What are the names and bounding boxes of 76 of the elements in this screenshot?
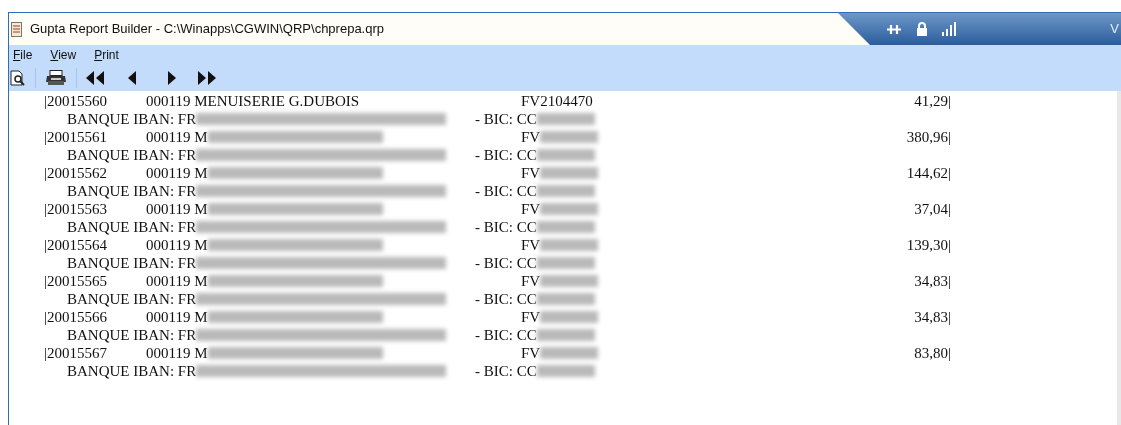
invoice-reference: FV	[521, 236, 541, 254]
supplier-name: 000119 MENUISERIE G.DUBOIS	[146, 92, 360, 110]
bank-iban: BANQUE IBAN: FR	[67, 218, 197, 236]
invoice-reference: FV	[521, 164, 541, 182]
redacted-text	[540, 131, 599, 143]
redacted-text	[540, 167, 599, 179]
amount: 41,29|	[913, 92, 951, 110]
bank-bic: - BIC: CC	[475, 290, 537, 308]
amount: 83,80|	[913, 344, 951, 362]
invoice-number: |20015566	[44, 308, 108, 326]
invoice-reference: FV	[521, 308, 541, 326]
supplier-name: 000119 M	[146, 344, 208, 362]
bank-iban: BANQUE IBAN: FR	[67, 110, 197, 128]
redacted-text	[540, 311, 599, 323]
next-page-icon[interactable]	[166, 71, 176, 85]
invoice-reference: FV	[521, 200, 541, 218]
supplier-name: 000119 M	[146, 272, 208, 290]
invoice-number: |20015565	[44, 272, 108, 290]
supplier-name: 000119 M	[146, 128, 208, 146]
printer-icon[interactable]	[45, 70, 67, 86]
invoice-number: |20015562	[44, 164, 108, 182]
redacted-text	[540, 275, 599, 287]
redacted-text	[536, 293, 595, 305]
bank-iban: BANQUE IBAN: FR	[67, 326, 197, 344]
lock-icon[interactable]	[916, 22, 928, 36]
bank-bic: - BIC: CC	[475, 362, 537, 380]
amount: 144,62|	[905, 164, 951, 182]
print-preview-icon[interactable]	[10, 70, 26, 86]
bank-iban: BANQUE IBAN: FR	[67, 254, 197, 272]
redacted-text	[536, 113, 595, 125]
menu-item[interactable]: File	[10, 46, 36, 64]
amount: 34,83|	[913, 308, 951, 326]
invoice-number: |20015564	[44, 236, 108, 254]
invoice-number: |20015561	[44, 128, 108, 146]
redacted-text	[536, 149, 595, 161]
bank-iban: BANQUE IBAN: FR	[67, 182, 197, 200]
invoice-reference: FV2104470	[521, 92, 593, 110]
bank-iban: BANQUE IBAN: FR	[67, 362, 197, 380]
signal-icon[interactable]	[942, 22, 956, 36]
bank-bic: - BIC: CC	[475, 326, 537, 344]
redacted-text	[540, 239, 599, 251]
redacted-text	[536, 365, 595, 377]
menu-item[interactable]: Print	[91, 46, 122, 64]
supplier-name: 000119 M	[146, 200, 208, 218]
invoice-reference: FV	[521, 344, 541, 362]
bank-bic: - BIC: CC	[475, 254, 537, 272]
redacted-text	[540, 347, 599, 359]
bank-bic: - BIC: CC	[475, 182, 537, 200]
supplier-name: 000119 M	[146, 236, 208, 254]
bank-bic: - BIC: CC	[475, 110, 537, 128]
window-title: Gupta Report Builder - C:\Winapps\CGWIN\QRP\chprepa.qrp	[30, 20, 385, 39]
invoice-reference: FV	[521, 272, 541, 290]
bank-iban: BANQUE IBAN: FR	[67, 146, 197, 164]
invoice-reference: FV	[521, 128, 541, 146]
supplier-name: 000119 M	[146, 164, 208, 182]
amount: 380,96|	[905, 128, 951, 146]
amount: 139,30|	[905, 236, 951, 254]
amount: 34,83|	[913, 272, 951, 290]
supplier-name: 000119 M	[146, 308, 208, 326]
invoice-number: |20015560	[44, 92, 108, 110]
tray-text: V	[1110, 20, 1120, 39]
invoice-number: |20015563	[44, 200, 108, 218]
bank-bic: - BIC: CC	[475, 218, 537, 236]
redacted-text	[540, 203, 599, 215]
redacted-text	[536, 257, 595, 269]
invoice-number: |20015567	[44, 344, 108, 362]
redacted-text	[536, 329, 595, 341]
amount: 37,04|	[913, 200, 951, 218]
redacted-text	[536, 221, 595, 233]
menu-item[interactable]: View	[47, 46, 80, 64]
previous-page-icon[interactable]	[128, 71, 138, 85]
redacted-text	[536, 185, 595, 197]
pin-icon[interactable]	[886, 23, 902, 35]
document-icon	[11, 21, 22, 37]
bank-iban: BANQUE IBAN: FR	[67, 290, 197, 308]
bank-bic: - BIC: CC	[475, 146, 537, 164]
